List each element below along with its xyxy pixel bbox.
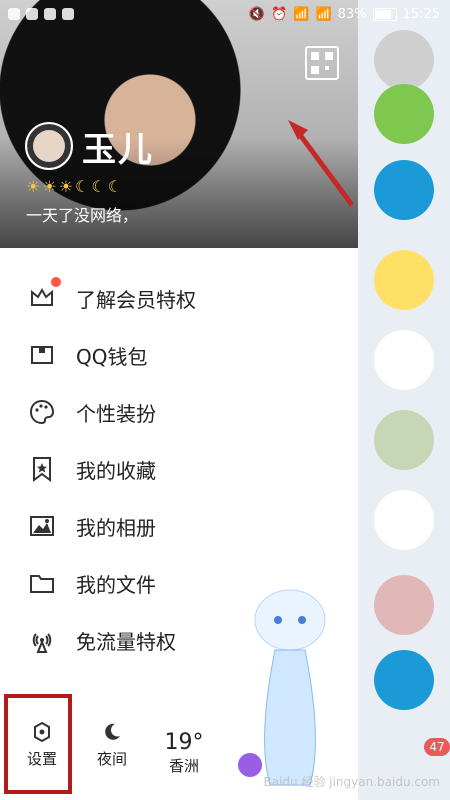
profile-signature: 一天了没网络， [26, 206, 139, 225]
notification-dot [51, 277, 61, 287]
chat-avatar[interactable] [374, 490, 434, 550]
moon-icon [105, 723, 120, 740]
chat-avatar[interactable] [374, 575, 434, 635]
folder-icon [30, 575, 54, 593]
profile-name: 玉儿 [82, 130, 154, 170]
menu-item-wallet[interactable]: QQ钱包 [0, 327, 358, 383]
status-bar: 🔇 ⏰ 📶 📶 83% 15:25 [0, 0, 450, 32]
menu-label-favorites: 我的收藏 [76, 458, 156, 483]
app-icon [26, 8, 38, 20]
avatar[interactable] [25, 122, 73, 170]
settings-button[interactable]: 设置 [22, 720, 62, 769]
status-left [8, 8, 74, 20]
unread-badge: 47 [424, 738, 450, 756]
night-mode-button[interactable]: 夜间 [92, 720, 132, 769]
settings-label: 设置 [26, 750, 57, 768]
status-right: 🔇 ⏰ 📶 📶 83% 15:25 [249, 7, 440, 22]
anime-character-image [238, 589, 326, 786]
bookmark-icon [33, 457, 51, 482]
menu-item-album[interactable]: 我的相册 [0, 498, 358, 554]
crown-icon [31, 287, 53, 306]
menu-label-wallet: QQ钱包 [76, 344, 148, 369]
menu-label-album: 我的相册 [76, 515, 156, 540]
menu-item-theme[interactable]: 个性装扮 [0, 384, 358, 440]
alarm-icon: ⏰ [271, 7, 288, 22]
app-icon [44, 8, 56, 20]
battery-icon [372, 8, 397, 21]
signal-icon: 📶 [315, 7, 332, 22]
weather-city: 香洲 [168, 757, 199, 775]
menu-label-member: 了解会员特权 [76, 287, 196, 312]
wallet-icon [31, 346, 53, 364]
wifi-icon: 📶 [293, 7, 310, 22]
mute-icon: 🔇 [248, 7, 266, 22]
settings-icon [34, 721, 50, 743]
menu-label-files: 我的文件 [76, 572, 156, 597]
chat-avatar[interactable] [374, 30, 434, 90]
time: 15:25 [402, 7, 440, 22]
chat-avatar[interactable] [374, 84, 434, 144]
profile-header: 玉儿 ☀☀☀☾☾☾ 一天了没网络， [0, 0, 358, 248]
menu-label-theme: 个性装扮 [76, 401, 156, 426]
chat-avatar[interactable] [374, 330, 434, 390]
menu-item-favorites[interactable]: 我的收藏 [0, 441, 358, 497]
weather-temperature: 19° [164, 730, 204, 755]
weather-widget[interactable]: 19° 香洲 [162, 730, 206, 776]
qr-code-icon[interactable] [305, 46, 339, 80]
signal-icon [32, 633, 52, 653]
night-label: 夜间 [96, 750, 127, 768]
image-icon [30, 516, 54, 536]
bell-icon[interactable] [374, 160, 434, 220]
app-icon [8, 8, 20, 20]
palette-icon [29, 399, 55, 425]
battery-percentage: 83% [337, 7, 367, 22]
watermark: Baidu 经验 jingyan.baidu.com [263, 775, 440, 789]
level-icons: ☀☀☀☾☾☾ [26, 177, 125, 196]
menu-label-free-data: 免流量特权 [76, 629, 176, 654]
annotation-arrow [288, 120, 355, 207]
chat-avatar[interactable] [374, 250, 434, 310]
chat-avatar[interactable] [374, 410, 434, 470]
app-icon [62, 8, 74, 20]
monitor-icon[interactable] [374, 650, 434, 710]
